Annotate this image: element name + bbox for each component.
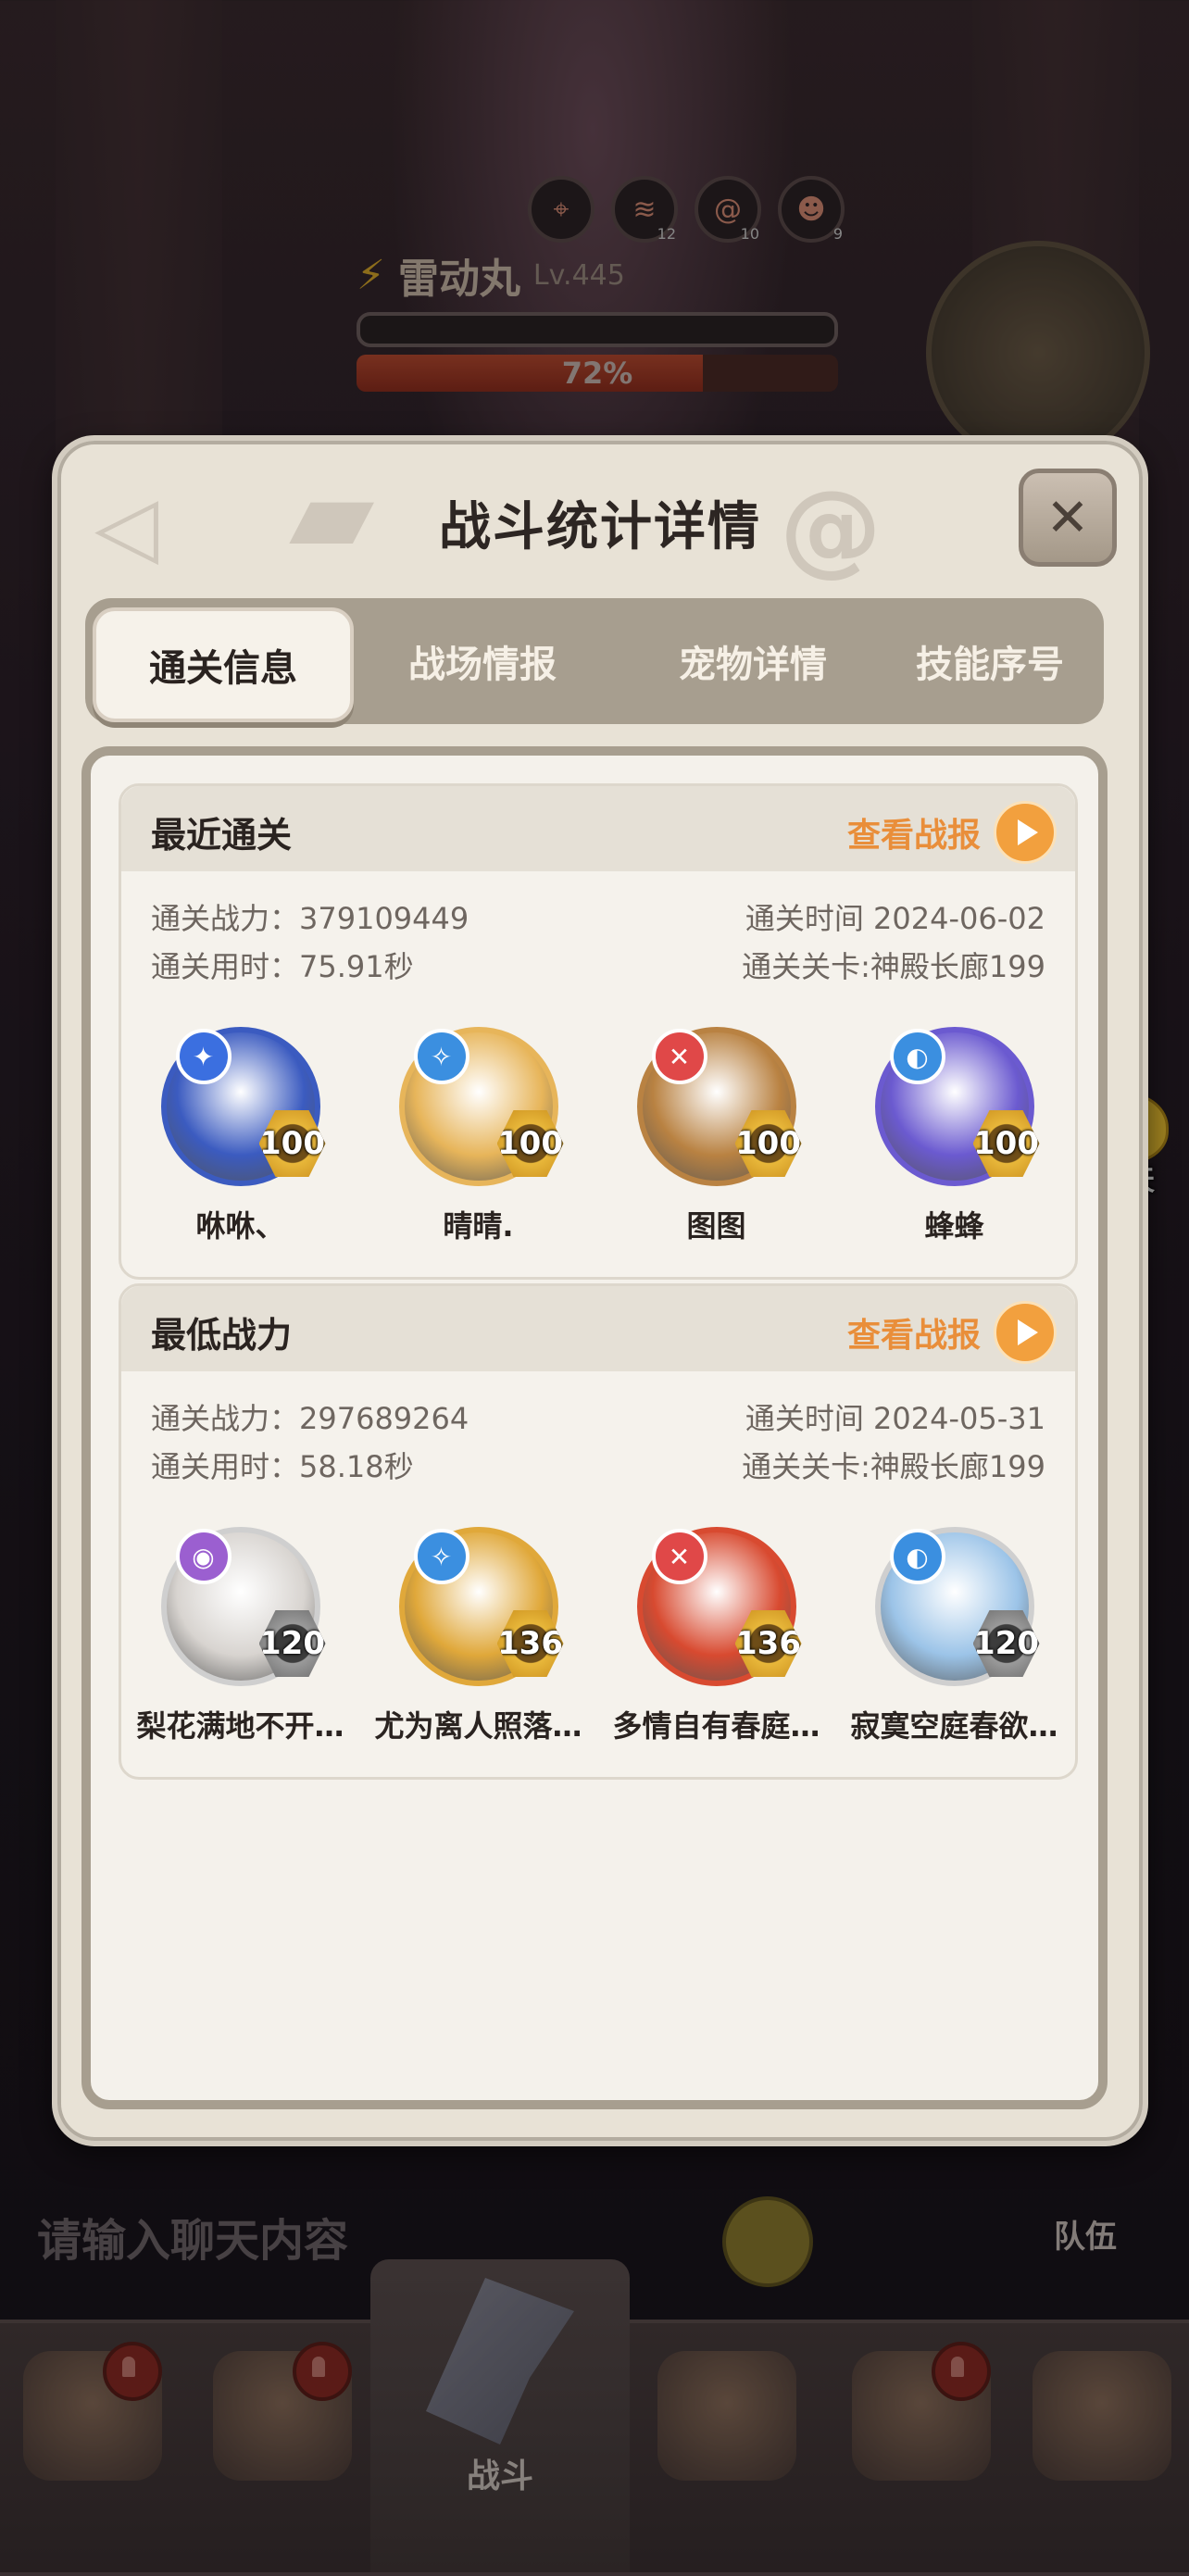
pet-card[interactable]: ◐ 120 寂寞空庭春欲… — [835, 1527, 1073, 1745]
pet-element-icon: ◉ — [175, 1529, 232, 1584]
tab-battlefield-intel[interactable]: 战场情报 — [356, 607, 609, 715]
pet-level-badge: 100 — [972, 1110, 1040, 1177]
tab-skill-order[interactable]: 技能序号 — [863, 607, 1117, 715]
section-recent-clear: 最近通关 查看战报 通关战力：379109449 通关用时：75.91秒 通关时… — [119, 783, 1078, 1280]
clear-time: 通关时间 2024-05-31 — [745, 1401, 1045, 1436]
pet-card[interactable]: ✦ 100 咻咻、 — [121, 1027, 359, 1245]
pet-name: 晴晴. — [443, 1208, 514, 1244]
pet-element-icon: ✦ — [175, 1029, 232, 1084]
pet-avatar: ✕ 100 — [636, 1027, 802, 1186]
play-icon — [994, 1301, 1057, 1364]
pet-avatar: ✕ 136 — [636, 1527, 802, 1686]
tab-pet-details[interactable]: 宠物详情 — [626, 607, 880, 715]
pet-level-badge: 136 — [734, 1610, 802, 1677]
clear-stage: 通关关卡:神殿长廊199 — [742, 949, 1045, 984]
pet-name: 梨花满地不开… — [136, 1708, 344, 1744]
clear-time: 通关时间 2024-06-02 — [745, 901, 1045, 936]
clear-power: 通关战力：379109449 — [151, 901, 469, 936]
pet-card[interactable]: ◐ 100 蜂蜂 — [835, 1027, 1073, 1245]
pet-card[interactable]: ✧ 100 晴晴. — [359, 1027, 597, 1245]
pet-row: ◉ 120 梨花满地不开… ✧ 136 尤为离人照落… ✕ 136 多情自有春庭… — [121, 1527, 1075, 1745]
close-button[interactable]: ✕ — [1019, 469, 1117, 567]
pet-avatar: ◐ 120 — [874, 1527, 1040, 1686]
tab-bar: 通关信息 战场情报 宠物详情 技能序号 — [85, 598, 1104, 724]
pet-card[interactable]: ◉ 120 梨花满地不开… — [121, 1527, 359, 1745]
pet-avatar: ✧ 136 — [398, 1527, 564, 1686]
pet-card[interactable]: ✕ 100 图图 — [597, 1027, 835, 1245]
pet-level-badge: 100 — [734, 1110, 802, 1177]
view-report-label: 查看战报 — [846, 817, 981, 855]
clear-stage: 通关关卡:神殿长廊199 — [742, 1449, 1045, 1484]
section-title: 最低战力 — [151, 1315, 293, 1356]
tab-clear-info[interactable]: 通关信息 — [93, 607, 354, 722]
pet-element-icon: ◐ — [889, 1029, 945, 1084]
pet-level-badge: 120 — [258, 1610, 326, 1677]
pet-name: 图图 — [686, 1208, 746, 1244]
pet-element-icon: ◐ — [889, 1529, 945, 1584]
pet-avatar: ✦ 100 — [160, 1027, 326, 1186]
clear-duration: 通关用时：75.91秒 — [151, 949, 414, 984]
pet-element-icon: ✧ — [413, 1529, 469, 1584]
pet-level-badge: 100 — [258, 1110, 326, 1177]
play-icon — [994, 801, 1057, 864]
pet-level-badge: 120 — [972, 1610, 1040, 1677]
clear-duration: 通关用时：58.18秒 — [151, 1449, 414, 1484]
pet-element-icon: ✕ — [651, 1529, 707, 1584]
pet-name: 尤为离人照落… — [374, 1708, 582, 1744]
pet-name: 蜂蜂 — [924, 1208, 984, 1244]
view-report-button[interactable]: 查看战报 — [847, 1301, 1057, 1364]
pet-avatar: ◐ 100 — [874, 1027, 1040, 1186]
pet-name: 多情自有春庭… — [612, 1708, 820, 1744]
pet-card[interactable]: ✕ 136 多情自有春庭… — [597, 1527, 835, 1745]
pet-element-icon: ✧ — [413, 1029, 469, 1084]
content-panel: 最近通关 查看战报 通关战力：379109449 通关用时：75.91秒 通关时… — [81, 746, 1108, 2109]
pet-name: 寂寞空庭春欲… — [850, 1708, 1058, 1744]
pet-card[interactable]: ✧ 136 尤为离人照落… — [359, 1527, 597, 1745]
view-report-label: 查看战报 — [846, 1317, 981, 1355]
modal-title: 战斗统计详情 — [439, 497, 761, 557]
close-icon: ✕ — [1045, 487, 1090, 548]
pet-row: ✦ 100 咻咻、 ✧ 100 晴晴. ✕ 100 图图 ◐ 100 蜂蜂 — [121, 1027, 1075, 1245]
section-header: 最近通关 查看战报 — [121, 786, 1075, 871]
section-lowest-power: 最低战力 查看战报 通关战力：297689264 通关用时：58.18秒 通关时… — [119, 1283, 1078, 1780]
battle-stats-modal: ◁ ▰ @ 战斗统计详情 ✕ 通关信息 战场情报 宠物详情 技能序号 最近通关 … — [52, 435, 1148, 2146]
pet-avatar: ◉ 120 — [160, 1527, 326, 1686]
clear-power: 通关战力：297689264 — [151, 1401, 469, 1436]
pet-level-badge: 136 — [496, 1610, 564, 1677]
section-title: 最近通关 — [151, 815, 293, 856]
pet-avatar: ✧ 100 — [398, 1027, 564, 1186]
pet-name: 咻咻、 — [195, 1208, 285, 1244]
pet-element-icon: ✕ — [651, 1029, 707, 1084]
pet-level-badge: 100 — [496, 1110, 564, 1177]
view-report-button[interactable]: 查看战报 — [847, 801, 1057, 864]
section-header: 最低战力 查看战报 — [121, 1286, 1075, 1371]
